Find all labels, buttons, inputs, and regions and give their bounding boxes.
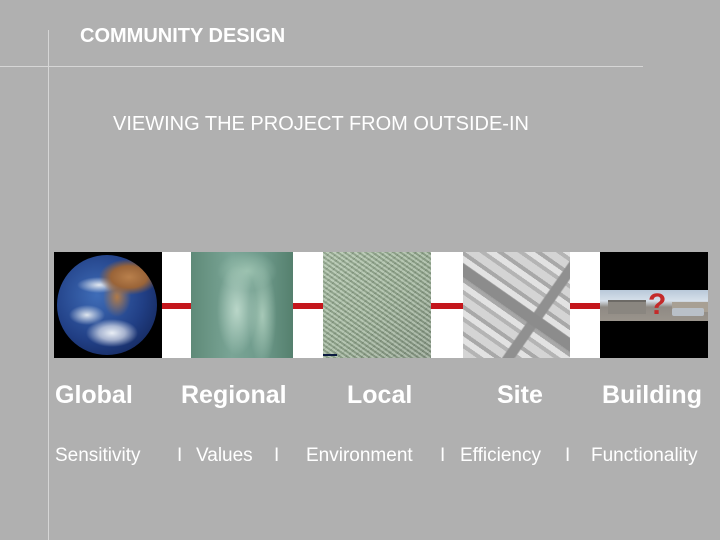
horizontal-rule (0, 66, 643, 67)
regional-aerial-image (191, 252, 293, 358)
scale-label-global: Global (55, 381, 133, 409)
scale-label-regional: Regional (181, 381, 287, 409)
connector-bar (431, 303, 463, 309)
separator: I (440, 445, 446, 466)
earth-globe-icon (57, 255, 157, 355)
question-mark-icon: ? (648, 288, 667, 321)
scale-image-strip: ? (54, 252, 708, 358)
value-efficiency: Efficiency (460, 445, 541, 466)
local-aerial-image (323, 252, 431, 358)
separator: I (565, 445, 571, 466)
slide-title: COMMUNITY DESIGN (80, 25, 286, 47)
separator: I (177, 445, 183, 466)
value-sensitivity: Sensitivity (55, 445, 141, 466)
connector-bar (293, 303, 323, 309)
building-shape (608, 300, 646, 314)
scale-label-building: Building (602, 381, 702, 409)
value-functionality: Functionality (591, 445, 698, 466)
slide-subtitle: VIEWING THE PROJECT FROM OUTSIDE-IN (113, 113, 529, 135)
map-scale-bar (323, 354, 337, 356)
vertical-rule (48, 30, 49, 540)
connector-bar (570, 303, 604, 309)
value-environment: Environment (306, 445, 413, 466)
earth-image (54, 252, 162, 358)
truck-icon (672, 308, 704, 316)
value-values: Values (196, 445, 253, 466)
site-aerial-image (463, 252, 570, 358)
building-photo-image: ? (600, 252, 708, 358)
scale-label-site: Site (497, 381, 543, 409)
connector-bar (162, 303, 191, 309)
separator: I (274, 445, 280, 466)
scale-label-local: Local (347, 381, 413, 409)
